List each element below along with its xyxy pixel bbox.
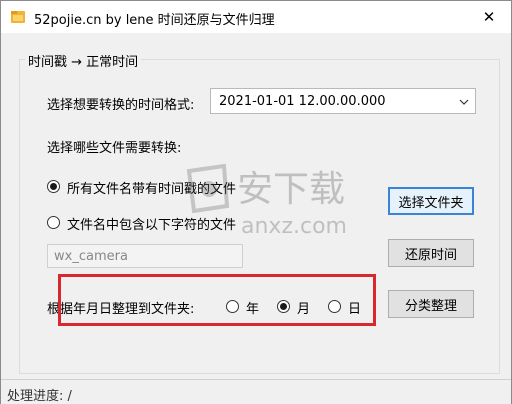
app-icon — [10, 9, 26, 25]
restore-time-button[interactable]: 还原时间 — [388, 239, 474, 267]
title-bar[interactable]: 52pojie.cn by lene 时间还原与文件归理 ✕ — [1, 1, 511, 33]
filter-text-input[interactable]: wx_camera — [47, 244, 243, 268]
watermark-domain: anxz.com — [241, 214, 347, 239]
radio-all-files[interactable] — [47, 180, 60, 193]
select-folder-button[interactable]: 选择文件夹 — [388, 187, 474, 215]
highlight-box — [58, 274, 376, 326]
app-window: 52pojie.cn by lene 时间还原与文件归理 ✕ 时间戳 → 正常时… — [0, 0, 512, 404]
classify-button[interactable]: 分类整理 — [388, 290, 474, 318]
format-label: 选择想要转换的时间格式: — [47, 98, 195, 113]
status-bar: 处理进度: / — [1, 379, 511, 404]
chevron-down-icon — [459, 99, 469, 105]
files-label: 选择哪些文件需要转换: — [47, 141, 182, 156]
window-title: 52pojie.cn by lene 时间还原与文件归理 — [34, 13, 275, 28]
filter-text-value: wx_camera — [54, 249, 128, 264]
group-title: 时间戳 → 正常时间 — [25, 51, 142, 70]
radio-contains-files[interactable] — [47, 216, 60, 229]
watermark-text: 安下载 — [237, 169, 345, 210]
watermark: 安下载 anxz.com — [179, 161, 369, 241]
status-text: 处理进度: / — [7, 389, 72, 404]
close-icon[interactable]: ✕ — [467, 1, 511, 33]
time-format-value: 2021-01-01 12.00.00.000 — [219, 94, 386, 109]
time-format-select[interactable]: 2021-01-01 12.00.00.000 — [210, 88, 476, 114]
